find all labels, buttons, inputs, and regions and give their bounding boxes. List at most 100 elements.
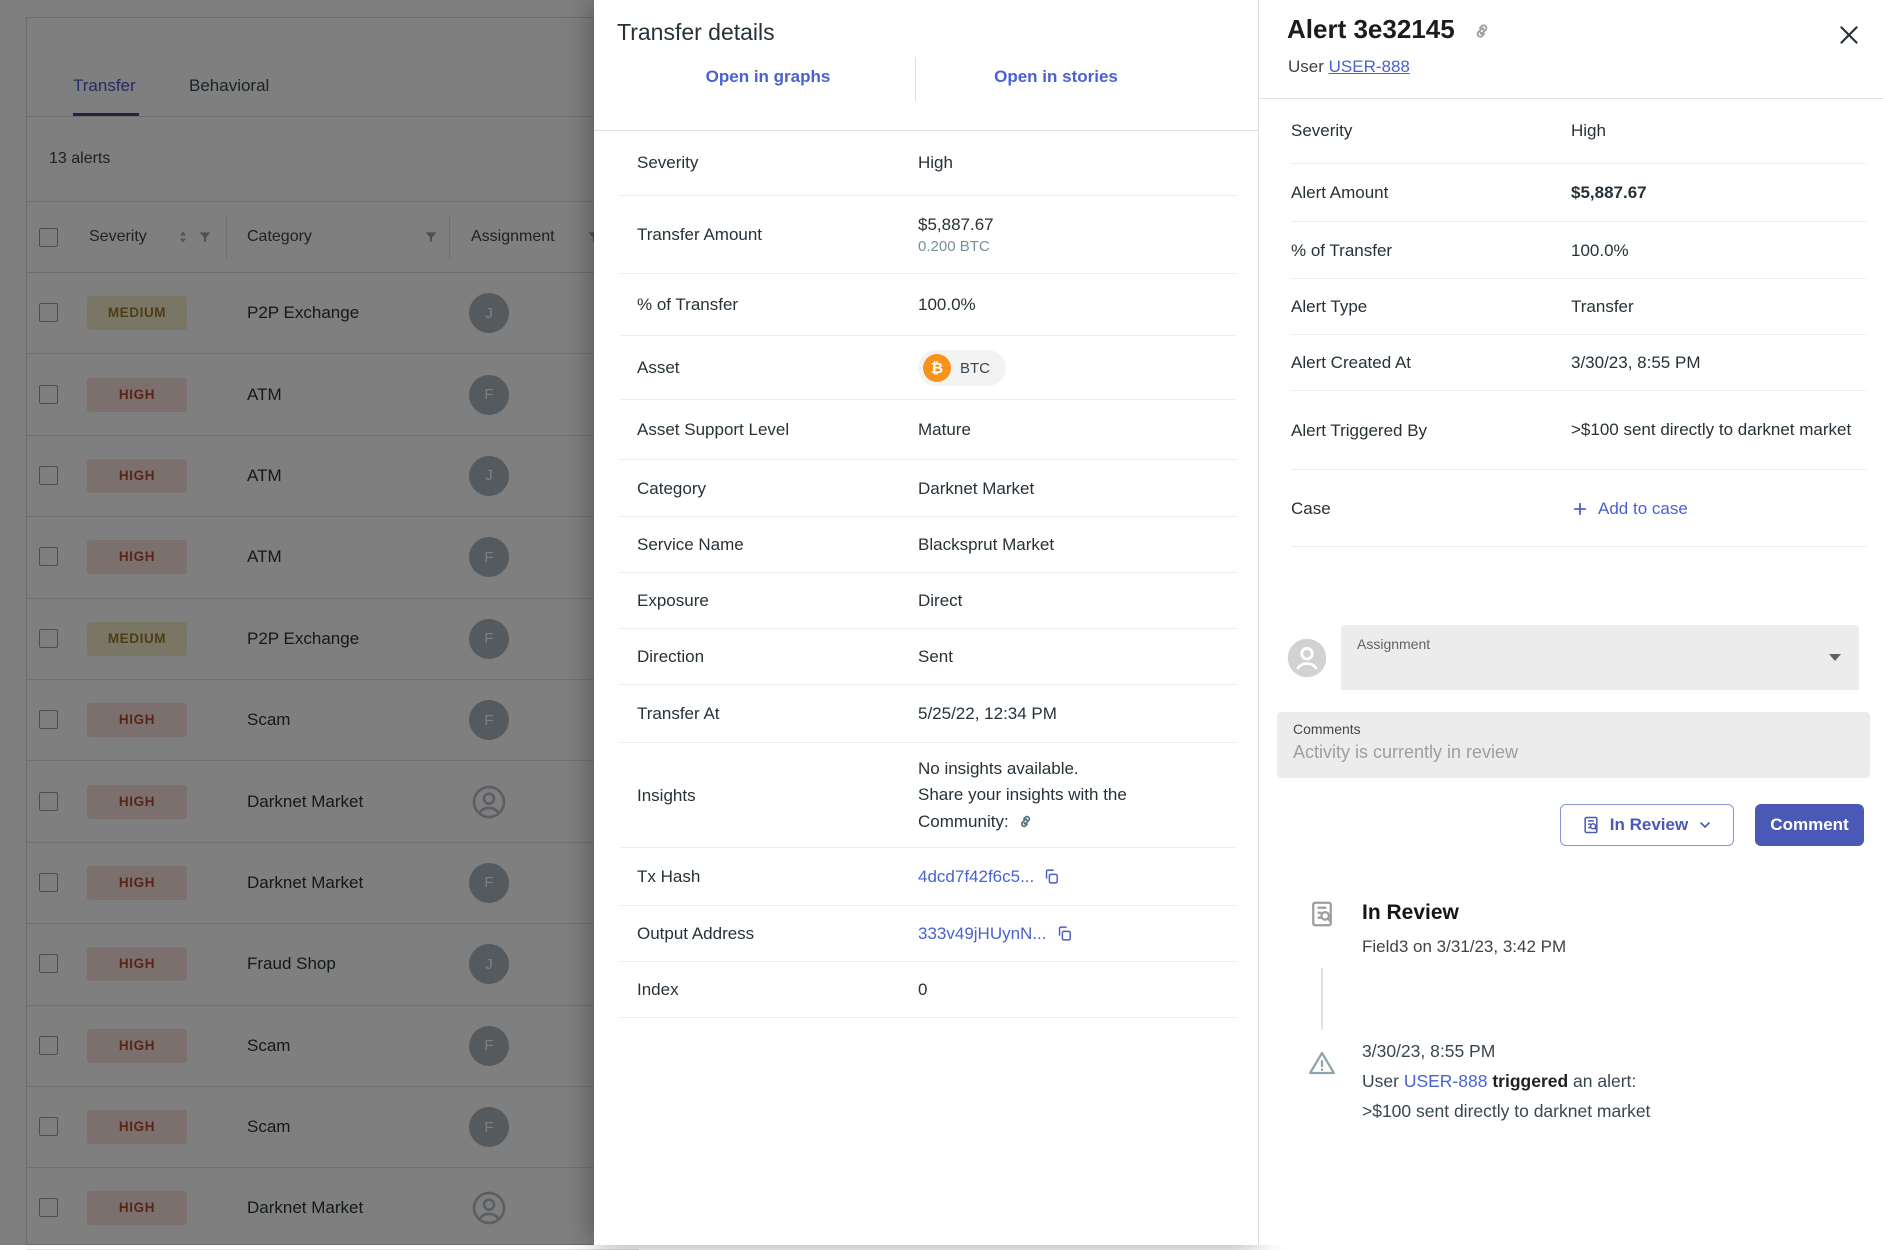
detail-row-tx-hash: Tx Hash 4dcd7f42f6c5... bbox=[620, 848, 1236, 906]
detail-row-asset-support-level: Asset Support Level Mature bbox=[620, 400, 1236, 460]
detail-value: $5,887.67 bbox=[918, 215, 994, 235]
detail-subvalue: 0.200 BTC bbox=[918, 238, 994, 255]
assignee-avatar-icon bbox=[1286, 637, 1328, 679]
detail-row-transfer-amount: Transfer Amount $5,887.67 0.200 BTC bbox=[620, 196, 1236, 274]
detail-label: Asset Support Level bbox=[637, 420, 918, 440]
detail-value: Blacksprut Market bbox=[918, 535, 1054, 555]
detail-row-pct-of-transfer: % of Transfer 100.0% bbox=[620, 274, 1236, 336]
insights-line: No insights available. bbox=[918, 756, 1127, 782]
detail-label: Severity bbox=[637, 153, 918, 173]
status-dropdown-button[interactable]: In Review bbox=[1560, 804, 1734, 846]
comments-textarea[interactable]: Comments Activity is currently in review bbox=[1277, 712, 1870, 778]
close-icon[interactable] bbox=[1836, 22, 1862, 48]
links-divider bbox=[915, 57, 916, 101]
detail-row-service-name: Service Name Blacksprut Market bbox=[620, 517, 1236, 573]
modal-scrim[interactable] bbox=[0, 0, 594, 1245]
open-in-stories-link[interactable]: Open in stories bbox=[994, 67, 1118, 87]
detail-value: 0 bbox=[918, 980, 927, 1000]
user-link[interactable]: USER-888 bbox=[1329, 57, 1410, 76]
timeline-status-subtitle: Field3 on 3/31/23, 3:42 PM bbox=[1362, 937, 1566, 957]
alert-title: Alert 3e32145 bbox=[1287, 14, 1455, 45]
detail-label: Index bbox=[637, 980, 918, 1000]
detail-row-output-address: Output Address 333v49jHUynN... bbox=[620, 906, 1236, 962]
alert-row-case: Case Add to case bbox=[1291, 470, 1867, 547]
detail-label: % of Transfer bbox=[637, 295, 918, 315]
detail-row-direction: Direction Sent bbox=[620, 629, 1236, 685]
add-to-case-label: Add to case bbox=[1598, 499, 1688, 519]
alert-row-label: Alert Created At bbox=[1291, 353, 1571, 373]
event-text: User bbox=[1362, 1071, 1404, 1091]
detail-label: Direction bbox=[637, 647, 918, 667]
review-status-icon bbox=[1307, 899, 1337, 929]
alert-row-label: % of Transfer bbox=[1291, 241, 1571, 261]
alert-row-label: Alert Amount bbox=[1291, 183, 1571, 203]
alert-row-label: Alert Type bbox=[1291, 297, 1571, 317]
timeline-status-title: In Review bbox=[1362, 901, 1459, 925]
detail-value: Sent bbox=[918, 647, 953, 667]
alert-row-triggered-by: Alert Triggered By >$100 sent directly t… bbox=[1291, 391, 1867, 470]
review-status-icon bbox=[1581, 815, 1601, 835]
detail-value: Darknet Market bbox=[918, 479, 1034, 499]
alert-row-value: High bbox=[1571, 121, 1606, 141]
plus-icon bbox=[1571, 500, 1589, 518]
alert-row-amount: Alert Amount $5,887.67 bbox=[1291, 164, 1867, 222]
alert-row-value: 100.0% bbox=[1571, 241, 1629, 261]
detail-row-category: Category Darknet Market bbox=[620, 460, 1236, 517]
asset-chip-label: BTC bbox=[960, 360, 990, 377]
detail-label: Category bbox=[637, 479, 918, 499]
detail-row-insights: Insights No insights available. Share yo… bbox=[620, 743, 1236, 848]
alert-row-created-at: Alert Created At 3/30/23, 8:55 PM bbox=[1291, 335, 1867, 391]
detail-label: Transfer Amount bbox=[637, 225, 918, 245]
transfer-details-title: Transfer details bbox=[617, 19, 775, 46]
event-detail: >$100 sent directly to darknet market bbox=[1362, 1096, 1650, 1126]
asset-chip[interactable]: ₿ BTC bbox=[918, 350, 1006, 386]
add-to-case-button[interactable]: Add to case bbox=[1571, 499, 1688, 519]
insights-line: Community: bbox=[918, 812, 1009, 831]
detail-value: High bbox=[918, 153, 953, 173]
alert-row-label: Severity bbox=[1291, 121, 1571, 141]
btc-icon: ₿ bbox=[923, 354, 951, 382]
link-icon[interactable] bbox=[1471, 20, 1493, 42]
alert-row-value: >$100 sent directly to darknet market bbox=[1571, 418, 1867, 443]
detail-row-asset: Asset ₿ BTC bbox=[620, 336, 1236, 400]
alert-panel: Alert 3e32145 User USER-888 Severity Hig… bbox=[1258, 0, 1883, 1245]
status-dropdown-label: In Review bbox=[1610, 815, 1688, 835]
tx-hash-link[interactable]: 4dcd7f42f6c5... bbox=[918, 867, 1034, 886]
detail-label: Insights bbox=[637, 786, 918, 806]
timeline-connector bbox=[1321, 968, 1323, 1030]
detail-value: Direct bbox=[918, 591, 962, 611]
detail-row-severity: Severity High bbox=[620, 130, 1236, 196]
alert-row-label: Alert Triggered By bbox=[1291, 421, 1571, 441]
detail-row-transfer-at: Transfer At 5/25/22, 12:34 PM bbox=[620, 685, 1236, 743]
copy-icon[interactable] bbox=[1056, 925, 1073, 942]
event-text-bold: triggered bbox=[1487, 1071, 1568, 1091]
detail-label: Asset bbox=[637, 358, 918, 378]
alert-row-severity: Severity High bbox=[1291, 98, 1867, 164]
warning-icon bbox=[1307, 1048, 1337, 1078]
detail-row-exposure: Exposure Direct bbox=[620, 573, 1236, 629]
alert-user: User USER-888 bbox=[1288, 57, 1410, 77]
output-address-link[interactable]: 333v49jHUynN... bbox=[918, 924, 1047, 943]
detail-value: 5/25/22, 12:34 PM bbox=[918, 704, 1057, 724]
detail-row-index: Index 0 bbox=[620, 962, 1236, 1018]
chevron-down-icon bbox=[1829, 654, 1841, 661]
alert-row-label: Case bbox=[1291, 499, 1571, 519]
alert-row-value: $5,887.67 bbox=[1571, 183, 1647, 203]
insights-line: Share your insights with the bbox=[918, 782, 1127, 808]
user-link[interactable]: USER-888 bbox=[1404, 1071, 1488, 1091]
timeline-event: 3/30/23, 8:55 PM User USER-888 triggered… bbox=[1362, 1036, 1650, 1126]
detail-value: 100.0% bbox=[918, 295, 976, 315]
alert-row-value: 3/30/23, 8:55 PM bbox=[1571, 353, 1700, 373]
comments-label: Comments bbox=[1293, 721, 1361, 737]
comments-placeholder: Activity is currently in review bbox=[1293, 742, 1518, 763]
open-in-graphs-link[interactable]: Open in graphs bbox=[706, 67, 831, 87]
community-link-icon[interactable] bbox=[1016, 812, 1035, 831]
comment-button[interactable]: Comment bbox=[1755, 804, 1864, 846]
event-time: 3/30/23, 8:55 PM bbox=[1362, 1036, 1650, 1066]
user-label: User bbox=[1288, 57, 1329, 76]
transfer-details-panel: Transfer details Open in graphs Open in … bbox=[594, 0, 1258, 1245]
copy-icon[interactable] bbox=[1043, 868, 1060, 885]
detail-label: Tx Hash bbox=[637, 867, 918, 887]
chevron-down-icon bbox=[1697, 817, 1713, 833]
assignment-select[interactable]: Assignment bbox=[1341, 625, 1859, 690]
